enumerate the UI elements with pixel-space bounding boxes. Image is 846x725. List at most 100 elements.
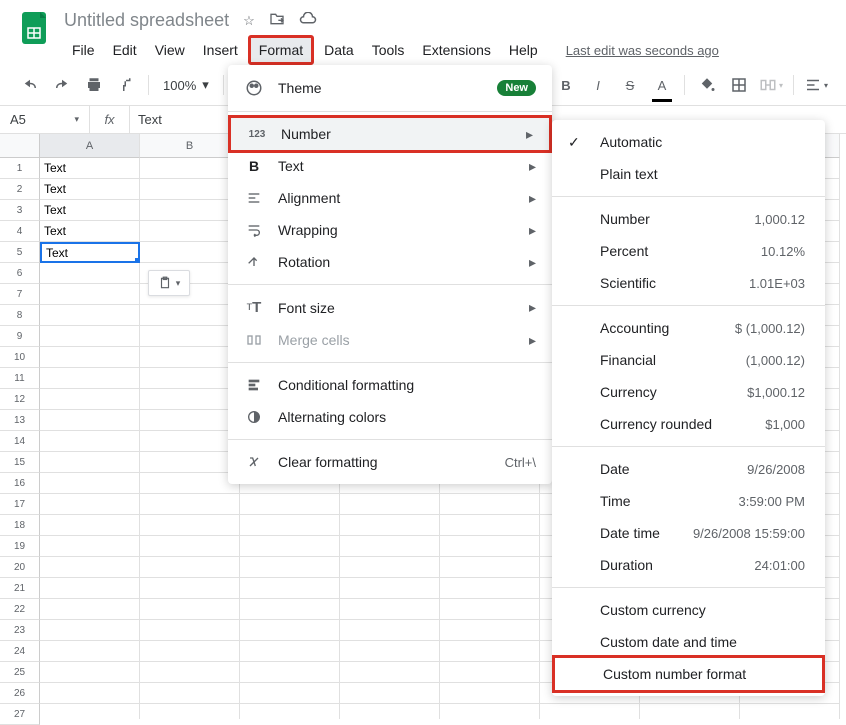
row-header[interactable]: 13 bbox=[0, 410, 40, 431]
cell[interactable] bbox=[40, 389, 140, 410]
cell[interactable] bbox=[440, 620, 540, 641]
cell[interactable] bbox=[240, 578, 340, 599]
menu-number[interactable]: 123 Number ▸ bbox=[231, 118, 549, 150]
print-button[interactable] bbox=[80, 71, 108, 99]
row-header[interactable]: 25 bbox=[0, 662, 40, 683]
row-header[interactable]: 12 bbox=[0, 389, 40, 410]
cell[interactable] bbox=[40, 599, 140, 620]
cell[interactable] bbox=[340, 662, 440, 683]
row-header[interactable]: 16 bbox=[0, 473, 40, 494]
cell[interactable]: Text bbox=[40, 200, 140, 221]
cell[interactable] bbox=[40, 557, 140, 578]
cell[interactable] bbox=[240, 515, 340, 536]
menu-wrapping[interactable]: Wrapping ▸ bbox=[228, 214, 552, 246]
cell[interactable] bbox=[40, 431, 140, 452]
last-edit-link[interactable]: Last edit was seconds ago bbox=[566, 43, 719, 58]
cell[interactable] bbox=[340, 620, 440, 641]
fill-color-button[interactable] bbox=[693, 71, 721, 99]
cell[interactable] bbox=[40, 641, 140, 662]
row-header[interactable]: 8 bbox=[0, 305, 40, 326]
cell[interactable] bbox=[440, 578, 540, 599]
row-header[interactable]: 21 bbox=[0, 578, 40, 599]
cell[interactable] bbox=[140, 200, 240, 221]
bold-button[interactable]: B bbox=[552, 71, 580, 99]
menu-rotation[interactable]: Rotation ▸ bbox=[228, 246, 552, 278]
fmt-custom-currency[interactable]: Custom currency bbox=[552, 594, 825, 626]
cell[interactable] bbox=[740, 704, 840, 719]
cell[interactable] bbox=[140, 683, 240, 704]
cell[interactable] bbox=[440, 704, 540, 719]
fmt-currency-rounded[interactable]: Currency rounded$1,000 bbox=[552, 408, 825, 440]
cell[interactable] bbox=[240, 557, 340, 578]
paint-format-button[interactable] bbox=[112, 71, 140, 99]
cell[interactable] bbox=[140, 389, 240, 410]
cell[interactable] bbox=[40, 494, 140, 515]
row-header[interactable]: 2 bbox=[0, 179, 40, 200]
fmt-time[interactable]: Time3:59:00 PM bbox=[552, 485, 825, 517]
cell[interactable] bbox=[140, 557, 240, 578]
cell[interactable] bbox=[40, 620, 140, 641]
fmt-date[interactable]: Date9/26/2008 bbox=[552, 453, 825, 485]
cell[interactable]: Text bbox=[40, 158, 140, 179]
cell[interactable] bbox=[40, 536, 140, 557]
cell[interactable] bbox=[140, 599, 240, 620]
doc-title[interactable]: Untitled spreadsheet bbox=[64, 10, 229, 31]
cell[interactable] bbox=[240, 683, 340, 704]
menu-theme[interactable]: Theme New bbox=[228, 71, 552, 105]
menu-data[interactable]: Data bbox=[316, 38, 362, 62]
cell[interactable] bbox=[140, 494, 240, 515]
menu-text[interactable]: B Text ▸ bbox=[228, 150, 552, 182]
row-header[interactable]: 24 bbox=[0, 641, 40, 662]
cell[interactable] bbox=[140, 704, 240, 719]
menu-extensions[interactable]: Extensions bbox=[414, 38, 498, 62]
cell[interactable] bbox=[140, 620, 240, 641]
row-header[interactable]: 19 bbox=[0, 536, 40, 557]
cell[interactable] bbox=[140, 452, 240, 473]
cell[interactable] bbox=[40, 326, 140, 347]
cell[interactable] bbox=[140, 179, 240, 200]
cell[interactable] bbox=[140, 578, 240, 599]
cell[interactable] bbox=[440, 557, 540, 578]
menu-help[interactable]: Help bbox=[501, 38, 546, 62]
row-header[interactable]: 18 bbox=[0, 515, 40, 536]
row-header[interactable]: 17 bbox=[0, 494, 40, 515]
cloud-icon[interactable] bbox=[299, 12, 317, 29]
row-header[interactable]: 23 bbox=[0, 620, 40, 641]
cell[interactable]: Text bbox=[40, 242, 140, 263]
row-header[interactable]: 14 bbox=[0, 431, 40, 452]
row-header[interactable]: 4 bbox=[0, 221, 40, 242]
menu-file[interactable]: File bbox=[64, 38, 103, 62]
cell[interactable] bbox=[240, 704, 340, 719]
cell[interactable] bbox=[440, 515, 540, 536]
cell[interactable] bbox=[340, 494, 440, 515]
move-icon[interactable] bbox=[269, 11, 285, 30]
col-header[interactable]: B bbox=[140, 134, 240, 158]
cell[interactable] bbox=[40, 515, 140, 536]
cell[interactable] bbox=[340, 536, 440, 557]
cell[interactable] bbox=[140, 242, 240, 263]
cell[interactable] bbox=[40, 704, 140, 719]
cell[interactable] bbox=[140, 536, 240, 557]
cell[interactable] bbox=[440, 683, 540, 704]
cell[interactable] bbox=[40, 347, 140, 368]
cell[interactable] bbox=[140, 431, 240, 452]
fmt-number[interactable]: Number1,000.12 bbox=[552, 203, 825, 235]
cell[interactable]: Text bbox=[40, 179, 140, 200]
row-header[interactable]: 22 bbox=[0, 599, 40, 620]
fmt-datetime[interactable]: Date time9/26/2008 15:59:00 bbox=[552, 517, 825, 549]
row-header[interactable]: 5 bbox=[0, 242, 40, 263]
cell[interactable] bbox=[40, 305, 140, 326]
menu-conditional[interactable]: Conditional formatting bbox=[228, 369, 552, 401]
menu-edit[interactable]: Edit bbox=[105, 38, 145, 62]
cell[interactable] bbox=[440, 536, 540, 557]
cell[interactable] bbox=[340, 599, 440, 620]
select-all-corner[interactable] bbox=[0, 134, 40, 158]
cell[interactable] bbox=[140, 221, 240, 242]
cell[interactable] bbox=[340, 557, 440, 578]
cell[interactable] bbox=[40, 410, 140, 431]
row-header[interactable]: 10 bbox=[0, 347, 40, 368]
cell[interactable] bbox=[40, 452, 140, 473]
cell[interactable] bbox=[340, 683, 440, 704]
cell[interactable] bbox=[240, 536, 340, 557]
cell[interactable] bbox=[340, 704, 440, 719]
